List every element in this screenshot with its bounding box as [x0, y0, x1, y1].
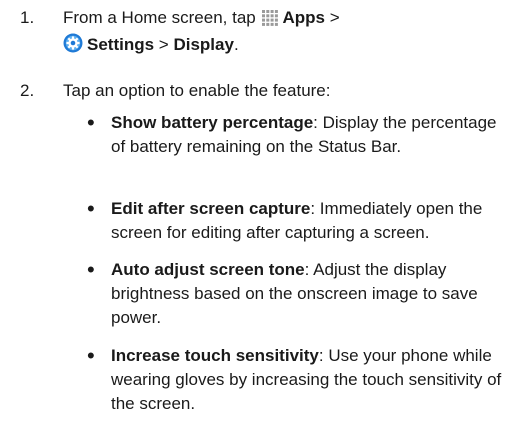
separator: > [329, 8, 340, 27]
bullet: • [87, 196, 95, 221]
instructions-document: 1. From a Home screen, tap Apps > Settin… [0, 0, 515, 431]
step-2-text: Tap an option to enable the feature: [63, 81, 331, 100]
display-label: Display [173, 35, 234, 54]
option-text: Show battery percentage: Display the per… [111, 111, 506, 159]
sentence-end: . [233, 35, 239, 54]
option-title: Show battery percentage [111, 113, 314, 132]
step-1-text: From a Home screen, tap Apps > Settings … [63, 6, 503, 60]
apps-grid-icon [262, 9, 279, 33]
step-1-prefix: From a Home screen, tap [63, 8, 256, 27]
step-number: 2. [20, 81, 35, 100]
apps-label: Apps [282, 8, 325, 27]
option-text: Auto adjust screen tone: Adjust the disp… [111, 258, 506, 330]
option-title: Increase touch sensitivity [111, 346, 319, 365]
settings-label: Settings [87, 35, 155, 54]
option-title: Edit after screen capture [111, 199, 311, 218]
option-title: Auto adjust screen tone [111, 260, 305, 279]
bullet: • [87, 257, 95, 282]
option-text: Increase touch sensitivity: Use your pho… [111, 344, 506, 416]
step-number: 1. [20, 8, 35, 27]
option-text: Edit after screen capture: Immediately o… [111, 197, 506, 245]
separator: > [158, 35, 169, 54]
bullet: • [87, 343, 95, 368]
bullet: • [87, 110, 95, 135]
settings-gear-icon [63, 33, 83, 60]
